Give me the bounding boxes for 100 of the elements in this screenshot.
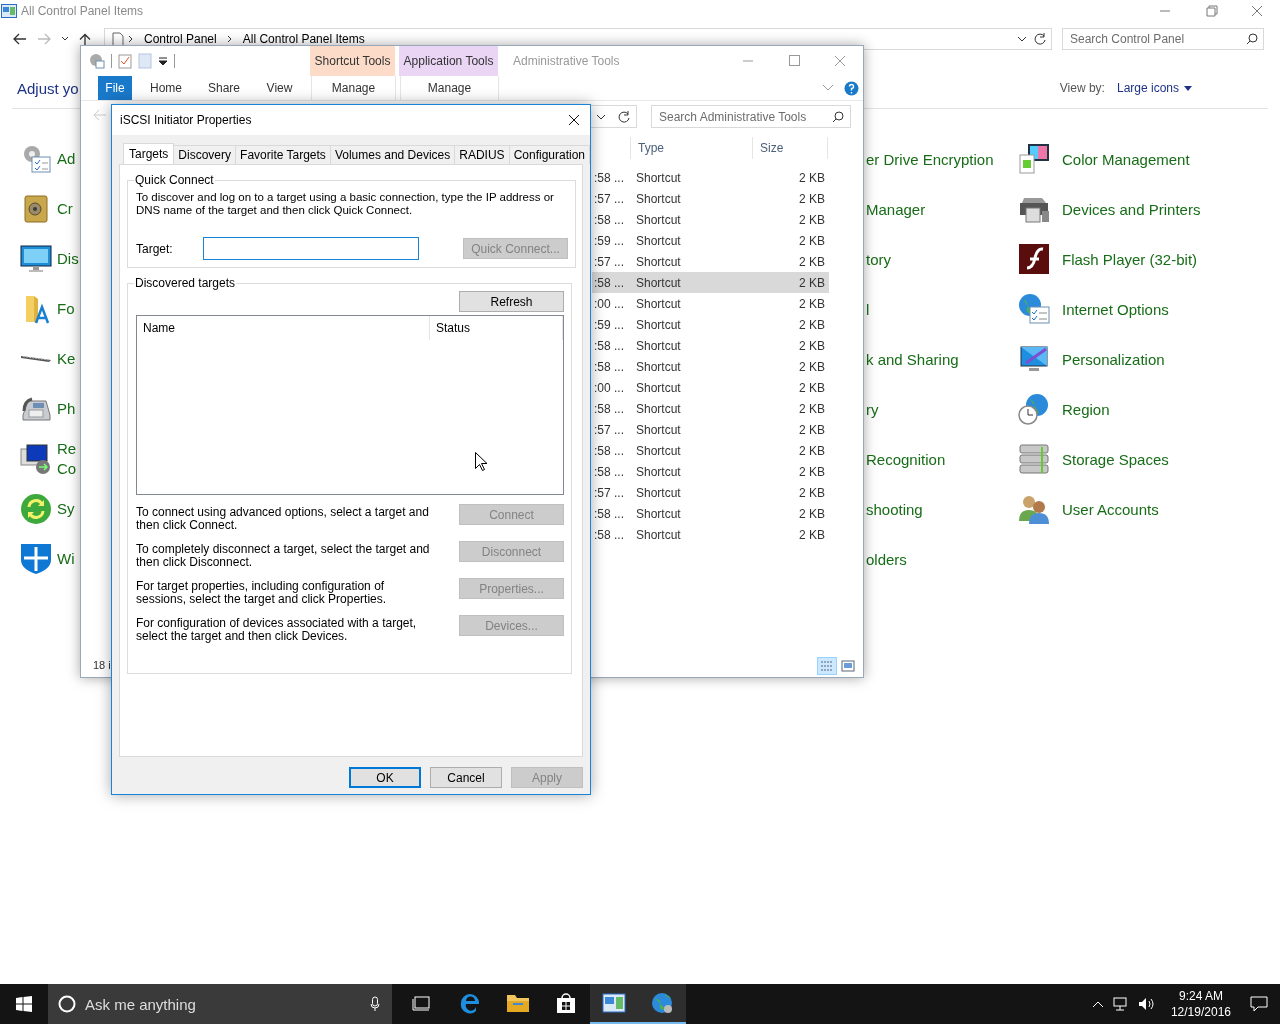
- applet-name[interactable]: Cr: [57, 199, 79, 219]
- file-row[interactable]: :58 ... Shortcut 2 KB: [592, 398, 829, 419]
- file-row[interactable]: :58 ... Shortcut 2 KB: [592, 503, 829, 524]
- file-row[interactable]: :00 ... Shortcut 2 KB: [592, 293, 829, 314]
- status-text: 18 i: [93, 659, 111, 671]
- column-header[interactable]: Status: [430, 316, 563, 340]
- file-row[interactable]: :57 ... Shortcut 2 KB: [592, 482, 829, 503]
- search-field[interactable]: Search Control Panel: [1062, 28, 1264, 50]
- applet-name[interactable]: Flash Player (32-bit): [1062, 250, 1198, 268]
- applet-name[interactable]: Personalization: [1062, 350, 1165, 368]
- applet-name[interactable]: User Accounts: [1062, 500, 1159, 518]
- dialog-button[interactable]: OK: [349, 767, 421, 788]
- size-cell-text: 2 KB: [798, 317, 826, 332]
- date-cell-text: :58 ...: [593, 443, 626, 458]
- size-cell-text: 2 KB: [798, 254, 826, 269]
- file-row[interactable]: :58 ... Shortcut 2 KB: [592, 524, 829, 545]
- applet-name[interactable]: Ph: [57, 399, 79, 419]
- refresh-button[interactable]: Refresh: [459, 291, 564, 312]
- applet-name[interactable]: Ke: [57, 349, 79, 369]
- applet-name[interactable]: Recognition: [866, 450, 946, 468]
- group-title: Discovered targets: [134, 276, 237, 290]
- size-cell-text: 2 KB: [798, 422, 826, 437]
- file-row[interactable]: :58 ... Shortcut 2 KB: [592, 209, 829, 230]
- applet-name[interactable]: Fo: [57, 299, 79, 319]
- type-cell-text: Shortcut: [636, 212, 682, 227]
- clock[interactable]: 9:24 AM 12/19/2016: [1170, 988, 1231, 1020]
- applet-name[interactable]: ry: [866, 400, 879, 418]
- ribbon-tab[interactable]: Manage: [400, 76, 499, 100]
- tab[interactable]: Discovery: [173, 145, 237, 164]
- file-row[interactable]: :00 ... Shortcut 2 KB: [592, 377, 829, 398]
- applet-name[interactable]: Storage Spaces: [1062, 450, 1169, 468]
- size-cell-text: 2 KB: [798, 212, 826, 227]
- type-cell-text: Shortcut: [636, 275, 682, 290]
- applet-name[interactable]: l: [866, 300, 870, 318]
- dialog-button[interactable]: Cancel: [430, 767, 502, 788]
- applet-name[interactable]: Re Co: [57, 439, 79, 479]
- tab[interactable]: Configuration: [508, 145, 590, 164]
- type-cell-text: Shortcut: [636, 401, 682, 416]
- search-box[interactable]: Ask me anything: [48, 984, 392, 1024]
- applet-name[interactable]: Color Management: [1062, 150, 1190, 168]
- view-by-label: View by:: [1059, 81, 1105, 95]
- breadcrumb-item[interactable]: All Control Panel Items: [242, 32, 365, 46]
- file-row[interactable]: :58 ... Shortcut 2 KB: [592, 272, 829, 293]
- file-row[interactable]: :58 ... Shortcut 2 KB: [592, 356, 829, 377]
- applet-name[interactable]: Wi: [57, 549, 79, 569]
- view-by-dropdown[interactable]: Large icons: [1116, 81, 1192, 95]
- file-row[interactable]: :59 ... Shortcut 2 KB: [592, 314, 829, 335]
- size-cell-text: 2 KB: [798, 338, 826, 353]
- type-cell-text: Shortcut: [636, 233, 682, 248]
- applet-name[interactable]: shooting: [866, 500, 923, 518]
- size-cell-text: 2 KB: [798, 170, 826, 185]
- applet-name[interactable]: Ad: [57, 149, 79, 169]
- date-cell-text: :00 ...: [593, 380, 626, 395]
- targets-list[interactable]: Name Status: [136, 315, 564, 495]
- instruction-text: For configuration of devices associated with a target, select the target and then click Devices.: [136, 617, 418, 643]
- instruction-text: To connect using advanced options, select a target and then click Connect.: [136, 506, 430, 532]
- type-cell-text: Shortcut: [636, 380, 682, 395]
- size-cell-text: 2 KB: [798, 527, 826, 542]
- ribbon-tab[interactable]: Manage: [311, 76, 396, 100]
- applet-name[interactable]: Dis: [57, 249, 79, 269]
- file-menu-tab[interactable]: File: [98, 76, 132, 100]
- size-cell-text: 2 KB: [798, 506, 826, 521]
- type-cell-text: Shortcut: [636, 464, 682, 479]
- file-row[interactable]: :59 ... Shortcut 2 KB: [592, 230, 829, 251]
- file-row[interactable]: :57 ... Shortcut 2 KB: [592, 188, 829, 209]
- column-header[interactable]: Name: [137, 316, 430, 340]
- size-cell-text: 2 KB: [798, 191, 826, 206]
- date-cell-text: :58 ...: [593, 506, 626, 521]
- file-row[interactable]: :57 ... Shortcut 2 KB: [592, 251, 829, 272]
- file-row[interactable]: :57 ... Shortcut 2 KB: [592, 419, 829, 440]
- tab[interactable]: Favorite Targets: [235, 145, 331, 164]
- applet-name[interactable]: er Drive Encryption: [866, 150, 994, 168]
- file-row[interactable]: :58 ... Shortcut 2 KB: [592, 335, 829, 356]
- applet-name[interactable]: Region: [1062, 400, 1110, 418]
- window-title: All Control Panel Items: [21, 4, 145, 18]
- ribbon-tab[interactable]: Share: [200, 76, 248, 100]
- file-row[interactable]: :58 ... Shortcut 2 KB: [592, 461, 829, 482]
- applet-name[interactable]: Sy: [57, 499, 79, 519]
- ribbon-tab[interactable]: View: [248, 76, 311, 100]
- applet-name[interactable]: k and Sharing: [866, 350, 959, 368]
- type-cell-text: Shortcut: [636, 191, 682, 206]
- column-header[interactable]: Type: [630, 137, 752, 159]
- breadcrumb-item[interactable]: Control Panel: [144, 32, 217, 46]
- context-tab-group: Application Tools: [399, 46, 498, 76]
- type-cell-text: Shortcut: [636, 338, 682, 353]
- tab[interactable]: Targets: [123, 143, 175, 164]
- file-row[interactable]: :58 ... Shortcut 2 KB: [592, 167, 829, 188]
- applet-name[interactable]: Manager: [866, 200, 926, 218]
- ribbon-tab[interactable]: Home: [132, 76, 200, 100]
- applet-name[interactable]: Internet Options: [1062, 300, 1169, 318]
- applet-name[interactable]: olders: [866, 550, 907, 568]
- date-cell-text: :57 ...: [593, 485, 626, 500]
- search-field[interactable]: Search Administrative Tools: [651, 105, 851, 128]
- size-cell-text: 2 KB: [798, 359, 826, 374]
- column-header[interactable]: Size: [752, 137, 828, 159]
- date-cell-text: :58 ...: [593, 401, 626, 416]
- applet-name[interactable]: Devices and Printers: [1062, 200, 1201, 218]
- size-cell-text: 2 KB: [798, 401, 826, 416]
- file-row[interactable]: :58 ... Shortcut 2 KB: [592, 440, 829, 461]
- applet-name[interactable]: tory: [866, 250, 891, 268]
